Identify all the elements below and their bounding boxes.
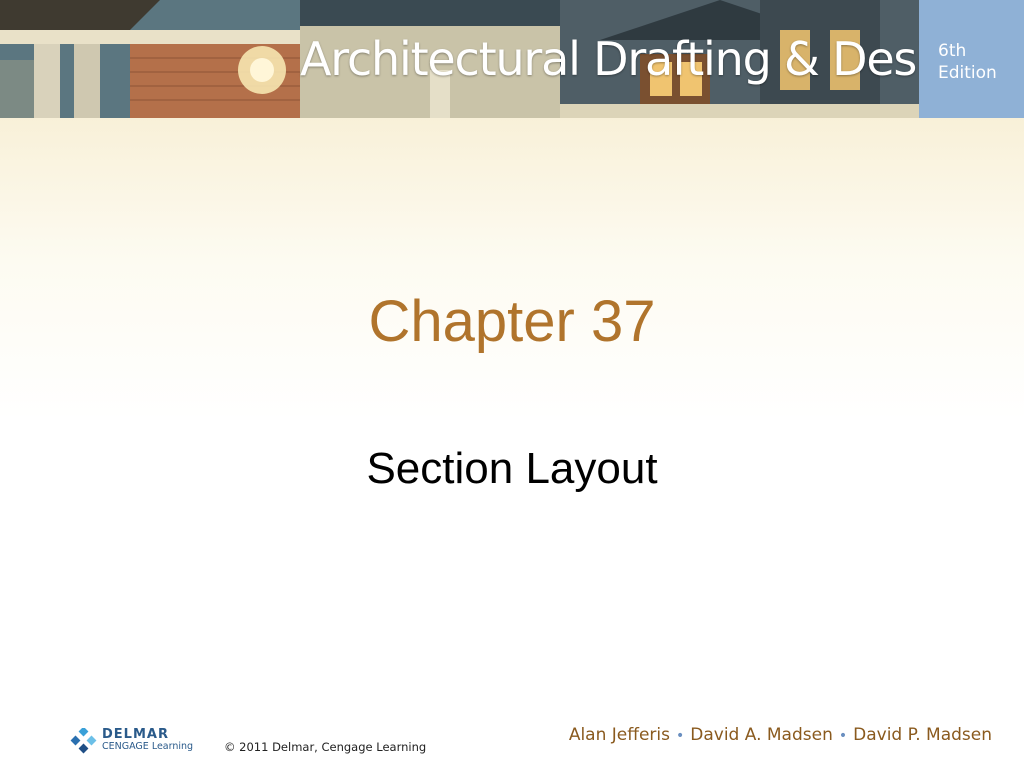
logo-cengage-text: CENGAGE Learning <box>102 741 194 752</box>
delmar-logo-icon <box>70 728 97 754</box>
publisher-logo: DELMAR CENGAGE Learning <box>70 726 210 756</box>
edition-number: 6th <box>938 41 967 61</box>
author-1: Alan Jefferis <box>568 725 670 745</box>
header-banner: Architectural Drafting & Design 6th Edit… <box>0 0 1024 118</box>
copyright-notice: © 2011 Delmar, Cengage Learning <box>224 740 427 754</box>
author-separator-1: • <box>676 728 685 744</box>
edition-label: Edition <box>938 63 997 83</box>
book-title: Architectural Drafting & Design <box>300 32 985 86</box>
author-3: David P. Madsen <box>853 725 992 745</box>
author-list: Alan Jefferis • David A. Madsen • David P. M… <box>569 725 992 745</box>
logo-delmar-text: DELMAR <box>102 727 169 742</box>
edition-badge: 6th Edition <box>919 0 1024 118</box>
author-2: David A. Madsen <box>690 725 833 745</box>
author-separator-2: • <box>838 728 848 744</box>
chapter-title: Chapter 37 <box>368 289 656 354</box>
section-title: Section Layout <box>366 444 658 493</box>
